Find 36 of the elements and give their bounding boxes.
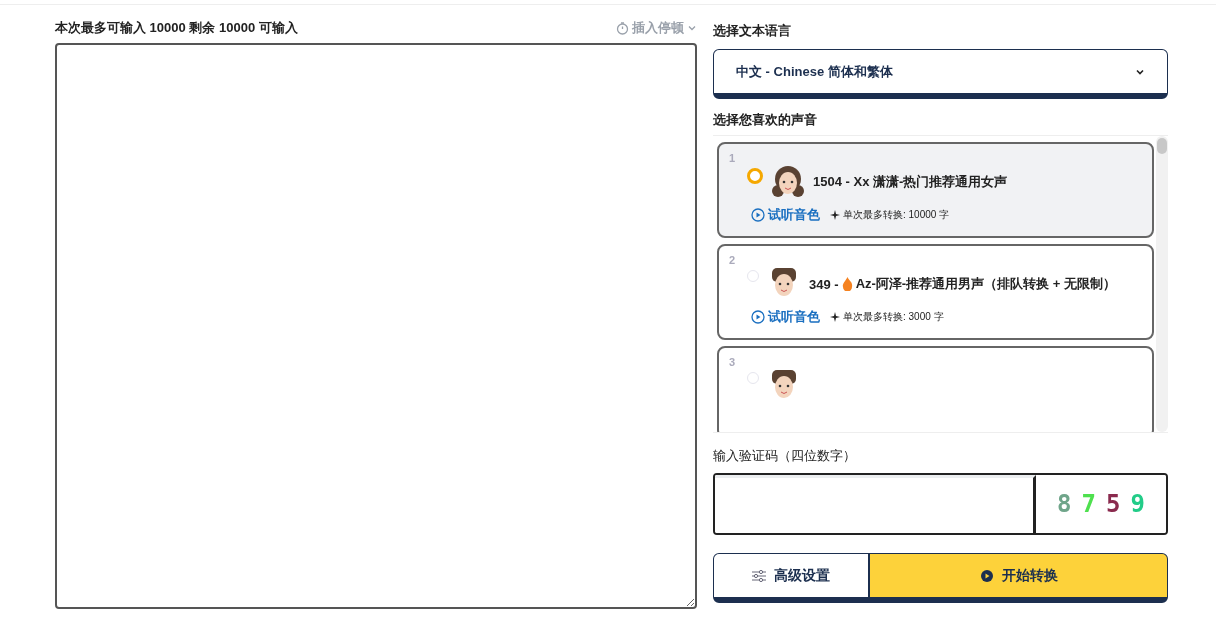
radio-button[interactable]	[747, 168, 763, 184]
conversion-limit: 单次最多转换: 3000 字	[830, 310, 944, 324]
advanced-settings-button[interactable]: 高级设置	[713, 553, 870, 603]
voice-title: 1504 - Xx 潇潇-热门推荐通用女声	[813, 173, 1008, 191]
preview-voice-link[interactable]: 试听音色	[751, 206, 820, 224]
captcha-field[interactable]: 8 7 5 9	[713, 473, 1168, 535]
sparkle-icon	[830, 312, 840, 322]
voice-label: 选择您喜欢的声音	[713, 111, 818, 129]
female-avatar-icon	[771, 164, 805, 200]
timer-icon	[616, 21, 629, 35]
voice-index: 2	[729, 254, 737, 266]
voice-index: 3	[729, 356, 737, 368]
voice-title: 349 - Az-阿泽-推荐通用男声（排队转换 + 无限制）	[809, 275, 1116, 293]
play-icon	[751, 208, 765, 222]
chevron-down-icon	[687, 23, 697, 33]
conversion-limit: 单次最多转换: 10000 字	[830, 208, 950, 222]
voice-card[interactable]: 2 349 - Az-阿泽-推荐通用男声（排队转换 + 无限制） 试听音色 单次最多转换: 3000 字	[717, 244, 1154, 340]
play-icon	[979, 568, 994, 583]
play-icon	[751, 310, 765, 324]
preview-voice-link[interactable]: 试听音色	[751, 308, 820, 326]
captcha-digit: 8	[1057, 490, 1072, 518]
captcha-label: 输入验证码（四位数字）	[713, 447, 857, 465]
sparkle-icon	[830, 210, 840, 220]
captcha-digit: 9	[1130, 490, 1145, 518]
captcha-digit: 7	[1081, 490, 1096, 518]
start-conversion-button[interactable]: 开始转换	[869, 553, 1168, 603]
sliders-icon	[752, 569, 767, 582]
text-input-area[interactable]	[55, 43, 697, 609]
character-counter: 本次最多可输入 10000 剩余 10000 可输入	[55, 19, 298, 37]
language-label: 选择文本语言	[713, 22, 791, 40]
scrollbar[interactable]	[1156, 136, 1168, 432]
language-select[interactable]: 中文 - Chinese 简体和繁体	[713, 49, 1168, 99]
voice-index: 1	[729, 152, 737, 164]
scrollbar-thumb[interactable]	[1157, 138, 1167, 154]
captcha-digit: 5	[1106, 490, 1121, 518]
voice-card[interactable]: 1 1504 - Xx 潇潇-热门推荐通用女声 试听音色 单次最多转换: 10000 字	[717, 142, 1154, 238]
